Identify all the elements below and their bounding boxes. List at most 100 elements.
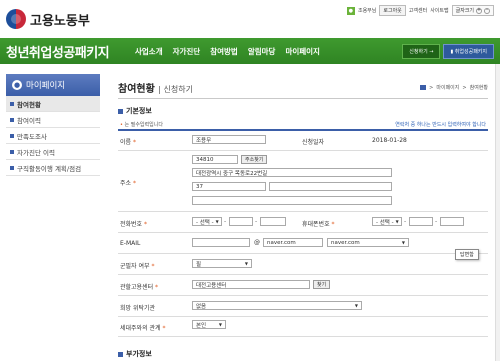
- zoom-in-button[interactable]: +: [476, 7, 482, 14]
- center-field[interactable]: 대전고용센터: [192, 280, 310, 289]
- military-label-text: 군필자 여부: [120, 263, 150, 270]
- required-star-icon: *: [144, 221, 148, 228]
- sidebar-item-job-plan[interactable]: 구직활동이행 계획/점검: [6, 160, 100, 176]
- agency-label: 희망 위탁기관: [120, 305, 156, 312]
- mobile-label-text: 휴대폰번호: [302, 221, 330, 228]
- military-label: 군필자 여부 *: [120, 261, 154, 270]
- mobile-prefix-value: - 선택 -: [376, 219, 394, 226]
- zoom-out-button[interactable]: -: [484, 7, 490, 14]
- address-line3-field[interactable]: [192, 196, 392, 205]
- tooltip: 답변함: [455, 249, 479, 260]
- logout-button[interactable]: 로그아웃: [379, 5, 406, 16]
- font-size-control: 글자크기 + -: [451, 5, 494, 16]
- sidebar-item-label: 참여이력: [17, 116, 41, 125]
- page-title: 참여현황 | 신청하기: [118, 80, 193, 95]
- agency-select[interactable]: 없음 ▼: [192, 301, 362, 310]
- chevron-down-icon: ▼: [215, 219, 219, 224]
- chevron-down-icon: ▼: [395, 219, 399, 224]
- home-icon[interactable]: [420, 85, 427, 90]
- sidebar-item-satisfaction-survey[interactable]: 만족도조사: [6, 128, 100, 144]
- find-center-button[interactable]: 찾기: [313, 280, 331, 289]
- logo-text: 고용노동부: [30, 13, 90, 29]
- address-line2b-field[interactable]: [269, 182, 392, 191]
- sidebar-item-label: 구직활동이행 계획/점검: [17, 164, 82, 173]
- nav-item-how-to-join[interactable]: 참여방법: [205, 46, 243, 57]
- relation-label-text: 세대주와의 관계: [120, 325, 161, 332]
- required-note: • 는 필수입력입니다: [120, 121, 163, 128]
- nav-item-self-diagnosis[interactable]: 자가진단: [168, 46, 206, 57]
- email-id-field[interactable]: [192, 238, 250, 247]
- sitemap-link[interactable]: 사이트맵: [430, 7, 448, 14]
- apply-date-label: 신청일자: [302, 139, 325, 146]
- chevron-down-icon: ▼: [401, 240, 405, 245]
- customer-center-link[interactable]: 고객센터: [409, 7, 427, 14]
- address-line1-field[interactable]: 대전광역시 중구 목동로22번길: [192, 168, 392, 177]
- email-domain-select[interactable]: naver.com ▼: [327, 238, 409, 247]
- required-star-icon: *: [162, 325, 166, 332]
- breadcrumb-item[interactable]: 참여현황: [470, 84, 488, 91]
- taegeuk-logo-icon: [6, 9, 26, 29]
- dash: -: [224, 218, 227, 225]
- page-title-text: 참여현황: [118, 84, 155, 95]
- email-domain-value: naver.com: [331, 239, 360, 246]
- bullet-icon: [10, 101, 14, 106]
- mobile-prefix-select[interactable]: - 선택 - ▼: [372, 217, 402, 226]
- form-top-border: [118, 129, 488, 131]
- military-value: 필: [196, 261, 202, 268]
- mobile-middle-field[interactable]: [409, 217, 433, 226]
- required-star-icon: *: [331, 221, 335, 228]
- mobile-label: 휴대폰번호 *: [302, 219, 335, 228]
- bullet-icon: [10, 133, 14, 138]
- nav-item-mypage[interactable]: 마이페이지: [280, 46, 325, 57]
- section-title-basic: 기본정보: [118, 106, 152, 116]
- bullet-icon: [10, 149, 14, 154]
- ministry-logo[interactable]: 고용노동부: [6, 8, 90, 30]
- zip-code-field[interactable]: 34810: [192, 155, 238, 164]
- find-address-button[interactable]: 주소찾기: [241, 155, 268, 164]
- email-domain-field[interactable]: naver.com: [263, 238, 323, 247]
- required-star-icon: •: [120, 122, 123, 128]
- breadcrumb-sep: >: [429, 84, 434, 91]
- chevron-down-icon: ▼: [244, 261, 248, 266]
- row-divider: [118, 211, 488, 212]
- required-star-icon: *: [132, 180, 136, 187]
- page-subtitle: | 신청하기: [158, 85, 193, 94]
- nav-item-about[interactable]: 사업소개: [130, 46, 168, 57]
- nav-buttons: 신청하기 → ▮ 취업성공패키지: [402, 43, 500, 59]
- name-label-text: 이름: [120, 139, 132, 146]
- nav-item-notices[interactable]: 알림마당: [243, 46, 281, 57]
- phone-middle-field[interactable]: [229, 217, 253, 226]
- apply-button[interactable]: 신청하기 →: [402, 43, 441, 59]
- relation-label: 세대주와의 관계 *: [120, 323, 165, 332]
- sidebar-title: ● 마이페이지: [6, 74, 100, 96]
- breadcrumb-item[interactable]: 마이페이지: [436, 84, 459, 91]
- phone-last-field[interactable]: [260, 217, 286, 226]
- package-button[interactable]: ▮ 취업성공패키지: [443, 43, 494, 59]
- breadcrumb: > 마이페이지 > 참여현황: [420, 84, 488, 91]
- scrollbar[interactable]: [495, 64, 500, 361]
- apply-date-value: 2018-01-28: [372, 137, 407, 144]
- sidebar-item-participation-history[interactable]: 참여이력: [6, 112, 100, 128]
- title-divider: [118, 98, 488, 99]
- sidebar-item-participation-status[interactable]: 참여현황: [6, 96, 100, 112]
- phone-label: 전화번호 *: [120, 219, 147, 228]
- mobile-last-field[interactable]: [440, 217, 464, 226]
- name-label: 이름 *: [120, 137, 136, 146]
- agency-value: 없음: [196, 303, 207, 310]
- section-title-extra: 부가정보: [118, 349, 152, 359]
- military-select[interactable]: 필 ▼: [192, 259, 252, 268]
- dash: -: [435, 218, 438, 225]
- brand-title[interactable]: 청년취업성공패키지: [0, 42, 130, 61]
- sidebar-item-diagnosis-history[interactable]: 자가진단 이력: [6, 144, 100, 160]
- required-star-icon: *: [151, 263, 155, 270]
- relation-select[interactable]: 본인 ▼: [192, 320, 226, 329]
- required-note-text: 는 필수입력입니다: [124, 122, 163, 128]
- row-divider: [118, 150, 488, 151]
- phone-prefix-value: - 선택 -: [196, 219, 214, 226]
- dash: -: [255, 218, 258, 225]
- center-label: 관할고용센터 *: [120, 282, 158, 291]
- name-field[interactable]: 조용무: [192, 135, 266, 144]
- phone-prefix-select[interactable]: - 선택 - ▼: [192, 217, 222, 226]
- address-line2-field[interactable]: 37: [192, 182, 266, 191]
- bullet-icon: [10, 165, 14, 170]
